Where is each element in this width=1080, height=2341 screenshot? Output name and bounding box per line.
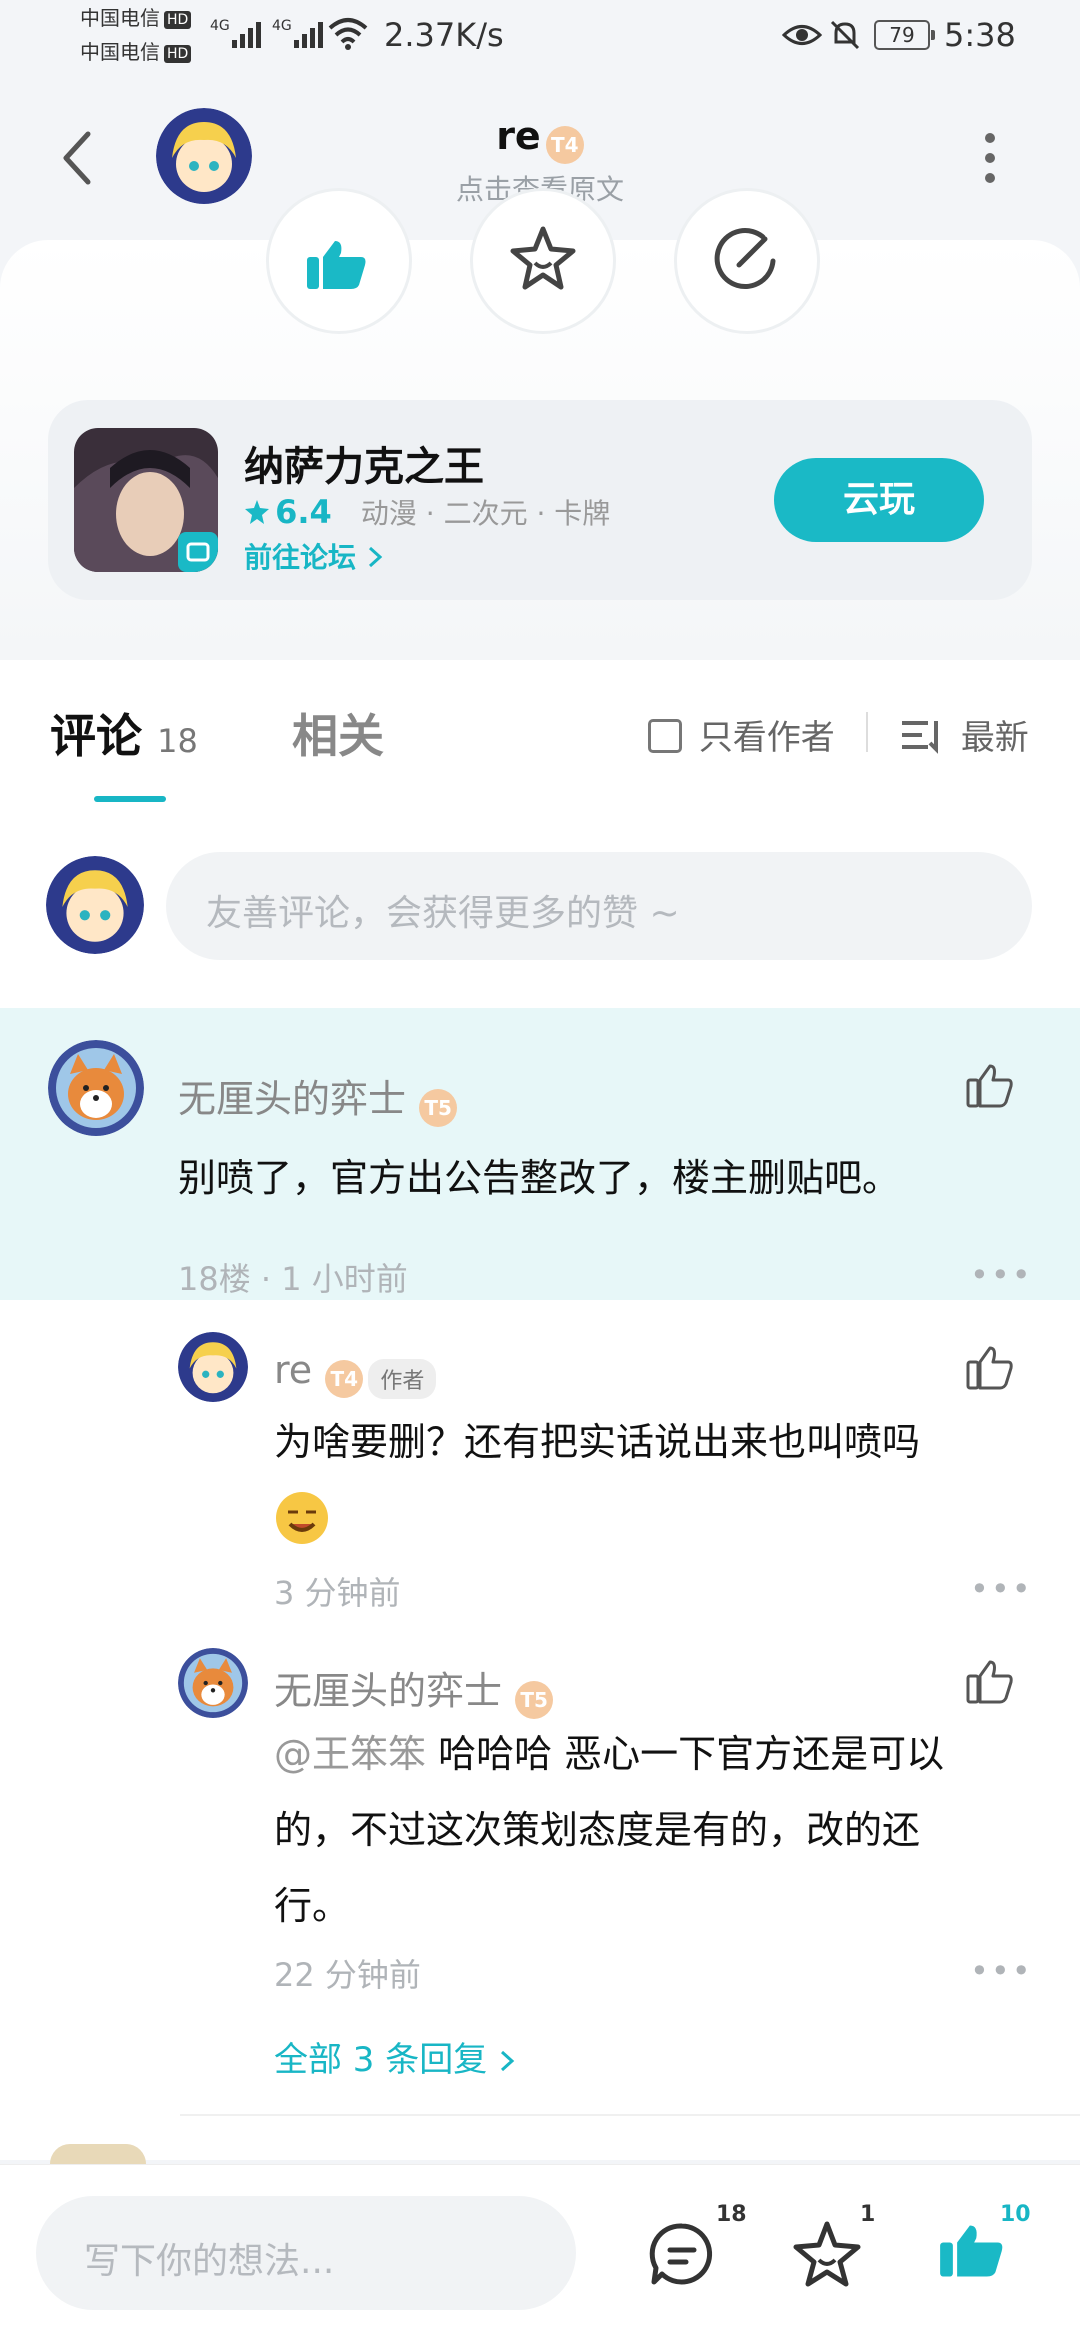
author-only-label: 只看作者 <box>698 718 835 758</box>
like-action-button[interactable] <box>266 188 412 334</box>
game-tags: 动漫 · 二次元 · 卡牌 <box>360 497 611 530</box>
mention-link[interactable]: @王笨笨 <box>274 1732 426 1776</box>
comment-text: 别喷了，官方出公告整改了，楼主删贴吧。 <box>178 1156 901 1200</box>
share-action-button[interactable] <box>674 188 820 334</box>
thumbs-up-icon <box>940 2225 1003 2277</box>
sort-button[interactable]: 最新 <box>900 710 1029 759</box>
tab-related[interactable]: 相关 <box>292 700 384 766</box>
game-icon <box>74 428 218 572</box>
active-tab-indicator <box>94 796 166 802</box>
forum-link-label: 前往论坛 <box>244 541 357 574</box>
star-icon <box>510 226 576 290</box>
author-only-checkbox[interactable] <box>648 719 682 753</box>
comments-button[interactable] <box>648 2222 716 2290</box>
clock: 5:38 <box>944 16 1016 54</box>
reply-meta: 22 分钟前 <box>274 1956 421 1994</box>
comment-input[interactable]: 友善评论，会获得更多的赞 ~ <box>166 852 1032 960</box>
signal-icon: 4G 4G <box>210 14 330 58</box>
reply-more-icon[interactable]: ••• <box>970 1952 1033 1990</box>
star-icon <box>793 2221 861 2287</box>
author-only-filter[interactable]: 只看作者 <box>648 710 835 759</box>
reply-text: 为啥要删？还有把实话说出来也叫喷吗 <box>274 1420 921 1464</box>
reply-avatar[interactable] <box>178 1648 248 1718</box>
likes-count: 10 <box>1000 2202 1031 2227</box>
go-to-forum-link[interactable]: 前往论坛 <box>244 536 384 576</box>
reply-meta: 3 分钟前 <box>274 1574 401 1612</box>
reply-text-line1: 哈哈哈 恶心一下官方还是可以 <box>426 1732 945 1776</box>
sort-icon <box>902 721 938 754</box>
reply-author-row: 无厘头的弈士 T5 <box>274 1660 554 1719</box>
sort-label: 最新 <box>960 718 1029 758</box>
svg-text:4G: 4G <box>272 18 292 34</box>
filter-divider <box>866 712 868 752</box>
reply-text-line3: 行。 <box>274 1884 351 1928</box>
game-card[interactable]: 纳萨力克之王 6.4 动漫 · 二次元 · 卡牌 前往论坛 云玩 <box>48 400 1032 600</box>
tab-comments-label: 评论 <box>50 709 142 763</box>
like-button[interactable] <box>938 2218 1006 2288</box>
comments-count: 18 <box>716 2202 747 2227</box>
level-badge: T4 <box>545 125 584 164</box>
rating-star-icon <box>245 500 269 524</box>
favorites-count: 1 <box>860 2202 876 2227</box>
comment-bubble-icon <box>649 2223 713 2285</box>
more-options-icon[interactable] <box>984 132 996 188</box>
carrier-2: 中国电信 HD <box>80 38 192 66</box>
reply-text-line2: 的，不过这次策划态度是有的，改的还 <box>274 1808 921 1852</box>
reply-author-name[interactable]: re <box>274 1348 312 1392</box>
thumbs-up-icon <box>307 241 366 289</box>
cloud-play-button[interactable]: 云玩 <box>774 458 984 542</box>
chevron-right-icon <box>501 2050 515 2072</box>
comment-more-icon[interactable]: ••• <box>970 1256 1033 1294</box>
bottom-comment-input[interactable]: 写下你的想法... <box>36 2196 576 2310</box>
favorite-action-button[interactable] <box>470 188 616 334</box>
reply-like-icon[interactable] <box>966 1346 1014 1394</box>
battery-indicator: 79 <box>874 20 935 50</box>
reply-avatar[interactable] <box>178 1332 248 1402</box>
level-badge: T5 <box>515 1680 554 1719</box>
game-name: 纳萨力克之王 <box>244 444 484 490</box>
author-tag: 作者 <box>368 1358 437 1399</box>
all-replies-label: 全部 3 条回复 <box>274 2040 488 2080</box>
header-title-row[interactable]: re T4 <box>0 114 1080 164</box>
level-badge: T4 <box>325 1359 364 1398</box>
carrier-1: 中国电信 HD <box>80 4 192 32</box>
level-badge: T5 <box>419 1088 458 1127</box>
status-bar: 中国电信 HD 中国电信 HD 4G 4G 2.37K/s 79 5:38 <box>0 0 1080 80</box>
all-replies-link[interactable]: 全部 3 条回复 <box>274 2032 516 2081</box>
my-avatar <box>46 856 144 954</box>
share-icon <box>714 228 776 289</box>
mute-bell-icon <box>828 18 862 56</box>
tab-comments[interactable]: 评论 18 <box>50 700 198 766</box>
comment-input-placeholder: 友善评论，会获得更多的赞 ~ <box>206 893 680 934</box>
bottom-input-placeholder: 写下你的想法... <box>84 2241 335 2282</box>
next-commenter-avatar <box>50 2144 146 2164</box>
reply-text: @王笨笨 哈哈哈 恶心一下官方还是可以 的，不过这次策划态度是有的，改的还 行。 <box>274 1716 1034 1944</box>
reply-author-name[interactable]: 无厘头的弈士 <box>274 1669 502 1713</box>
reply-like-icon[interactable] <box>966 1660 1014 1708</box>
comment-author-row: 无厘头的弈士 T5 <box>178 1068 458 1127</box>
reply-author-row: re T4 作者 <box>274 1348 437 1399</box>
game-rating: 6.4 <box>275 493 332 531</box>
emoji-sticker-icon <box>274 1490 330 1550</box>
divider <box>180 2114 1080 2116</box>
comment-like-icon[interactable] <box>966 1064 1014 1112</box>
chevron-right-icon <box>368 546 383 568</box>
eye-icon <box>781 20 823 54</box>
comment-meta: 18楼 · 1 小时前 <box>178 1260 408 1298</box>
svg-text:4G: 4G <box>210 18 230 34</box>
commenter-avatar[interactable] <box>48 1040 144 1136</box>
wifi-icon <box>328 16 368 54</box>
tab-comments-count: 18 <box>157 722 198 760</box>
page-title: re <box>496 114 541 158</box>
game-rating-row: 6.4 动漫 · 二次元 · 卡牌 <box>244 492 610 532</box>
favorites-button[interactable] <box>792 2220 862 2292</box>
comment-author-name[interactable]: 无厘头的弈士 <box>178 1077 406 1121</box>
reply-more-icon[interactable]: ••• <box>970 1570 1033 1608</box>
network-speed: 2.37K/s <box>384 16 504 54</box>
